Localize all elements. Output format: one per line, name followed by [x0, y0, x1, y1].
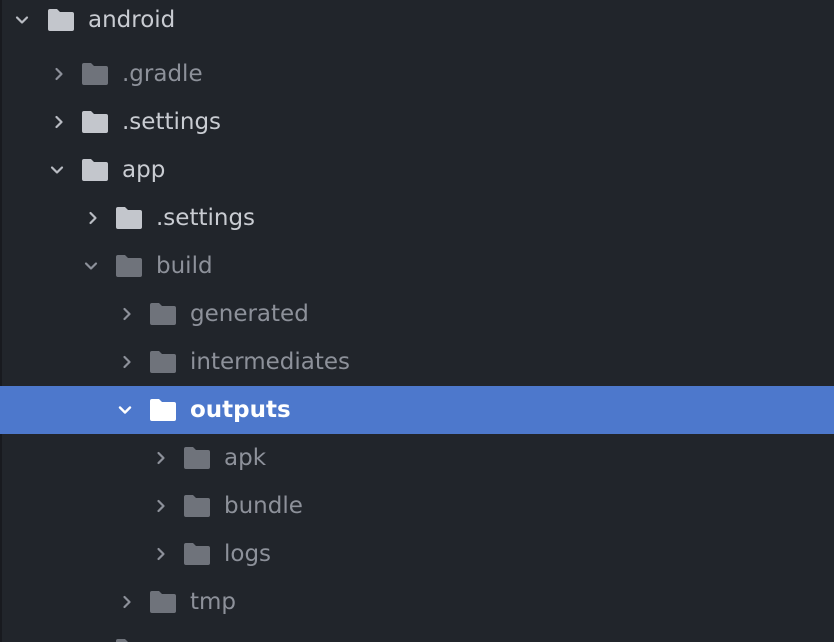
chevron-right-icon[interactable]: [52, 67, 66, 81]
tree-item-app[interactable]: app: [0, 146, 834, 194]
tree-item-intermediates[interactable]: intermediates: [0, 338, 834, 386]
tree-item-label: tmp: [190, 589, 237, 615]
tree-item-tmp[interactable]: tmp: [0, 578, 834, 626]
tree-item-logs[interactable]: logs: [0, 530, 834, 578]
tree-item-apk[interactable]: apk: [0, 434, 834, 482]
tree-item-android[interactable]: android: [0, 0, 834, 44]
tree-item-label: .gradle: [122, 61, 203, 87]
folder-icon: [149, 302, 177, 326]
tree-item-settings[interactable]: .settings: [0, 98, 834, 146]
tree-item-generated[interactable]: generated: [0, 290, 834, 338]
chevron-right-icon[interactable]: [52, 115, 66, 129]
folder-icon: [81, 62, 109, 86]
tree-item-build[interactable]: build: [0, 242, 834, 290]
tree-item-partial[interactable]: [0, 626, 834, 642]
tree-item-label: android: [88, 7, 176, 33]
folder-icon: [149, 350, 177, 374]
chevron-right-icon[interactable]: [154, 499, 168, 513]
tree-item-bundle[interactable]: bundle: [0, 482, 834, 530]
tree-item-label: build: [156, 253, 213, 279]
chevron-down-icon[interactable]: [15, 13, 29, 27]
folder-icon: [149, 590, 177, 614]
chevron-right-icon[interactable]: [120, 595, 134, 609]
chevron-right-icon[interactable]: [86, 211, 100, 225]
chevron-right-icon[interactable]: [120, 355, 134, 369]
folder-icon: [115, 254, 143, 278]
tree-item-label: .settings: [156, 205, 256, 231]
folder-icon: [47, 8, 75, 32]
tree-item-gradle[interactable]: .gradle: [0, 50, 834, 98]
folder-icon: [115, 638, 143, 642]
chevron-down-icon[interactable]: [50, 163, 64, 177]
chevron-right-icon[interactable]: [154, 451, 168, 465]
folder-icon: [183, 494, 211, 518]
file-tree: android .gradle .settings app .settings …: [0, 0, 834, 642]
tree-item-label: generated: [190, 301, 309, 327]
tree-item-label: intermediates: [190, 349, 350, 375]
tree-item-label: app: [122, 157, 166, 183]
folder-icon: [183, 542, 211, 566]
chevron-down-icon[interactable]: [84, 259, 98, 273]
folder-icon: [81, 158, 109, 182]
tree-item-label: apk: [224, 445, 267, 471]
tree-item-label: .settings: [122, 109, 222, 135]
chevron-down-icon[interactable]: [118, 403, 132, 417]
folder-icon: [149, 398, 177, 422]
chevron-right-icon[interactable]: [154, 547, 168, 561]
tree-item-label: outputs: [190, 397, 291, 423]
folder-icon: [115, 206, 143, 230]
tree-item-label: bundle: [224, 493, 303, 519]
tree-item-app-settings[interactable]: .settings: [0, 194, 834, 242]
tree-item-label: logs: [224, 541, 272, 567]
folder-icon: [183, 446, 211, 470]
tree-item-outputs[interactable]: outputs: [0, 386, 834, 434]
chevron-right-icon[interactable]: [120, 307, 134, 321]
folder-icon: [81, 110, 109, 134]
